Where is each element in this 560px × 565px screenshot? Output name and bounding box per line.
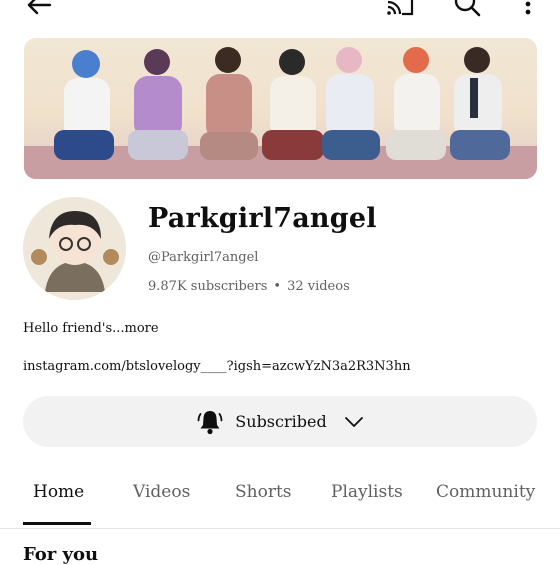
top-app-bar — [0, 0, 560, 30]
bell-icon — [197, 410, 223, 434]
tab-community[interactable]: Community — [436, 482, 535, 502]
more-link[interactable]: ...more — [112, 321, 158, 336]
arrow-left-icon[interactable] — [24, 0, 54, 20]
avatar-image — [23, 197, 126, 300]
video-count: 32 videos — [287, 279, 350, 294]
description-text: Hello friend's — [23, 321, 113, 336]
more-vertical-icon[interactable] — [518, 0, 538, 20]
tab-videos[interactable]: Videos — [133, 482, 190, 502]
section-title: For you — [23, 544, 99, 565]
channel-description[interactable]: Hello friend's...more — [23, 321, 159, 336]
tab-shorts[interactable]: Shorts — [235, 482, 292, 502]
chevron-down-icon — [344, 416, 363, 427]
channel-link[interactable]: instagram.com/btslovelogy____?igsh=azcwY… — [23, 359, 411, 374]
channel-avatar[interactable] — [23, 197, 126, 300]
stats-separator: • — [273, 279, 282, 294]
subscribed-label: Subscribed — [235, 412, 327, 431]
channel-tabs: Home Videos Shorts Playlists Community — [0, 470, 560, 529]
banner-image — [24, 38, 537, 179]
channel-name: Parkgirl7angel — [148, 203, 377, 234]
active-tab-indicator — [23, 522, 91, 525]
cast-icon[interactable] — [384, 0, 416, 18]
channel-handle: @Parkgirl7angel — [148, 250, 259, 265]
tab-home[interactable]: Home — [33, 482, 84, 502]
subscriber-count: 9.87K subscribers — [148, 279, 268, 294]
channel-stats: 9.87K subscribers • 32 videos — [148, 279, 350, 294]
channel-banner — [24, 38, 537, 179]
search-icon[interactable] — [452, 0, 482, 18]
tab-playlists[interactable]: Playlists — [331, 482, 403, 502]
subscribed-button-content: Subscribed — [23, 396, 537, 447]
subscribed-button[interactable]: Subscribed — [23, 396, 537, 447]
